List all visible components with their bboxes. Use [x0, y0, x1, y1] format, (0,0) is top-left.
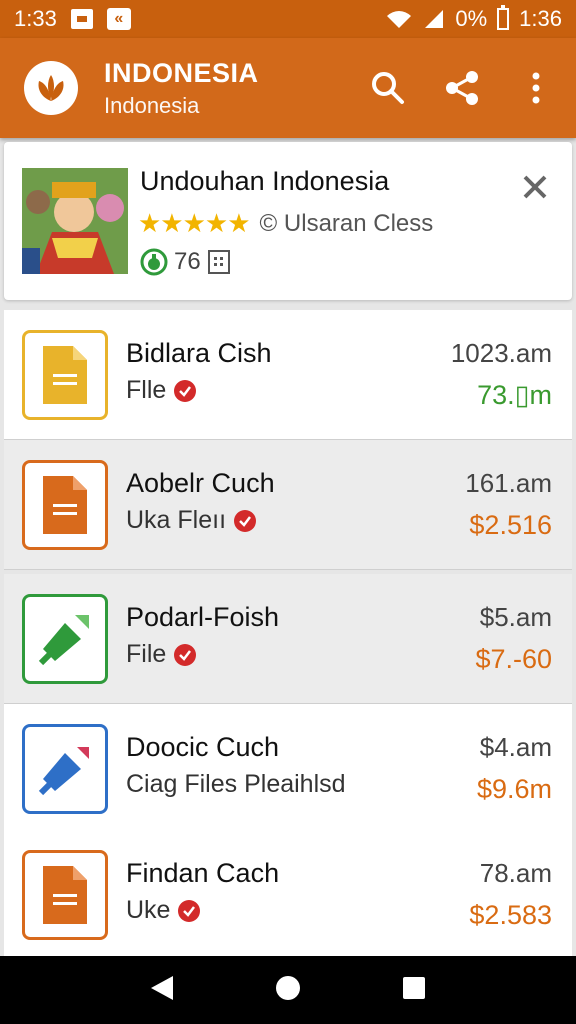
- app-logo-icon[interactable]: [24, 61, 78, 115]
- item-price: 73.▯m: [477, 380, 552, 410]
- signal-icon: [425, 10, 444, 28]
- item-subtitle: Uka Fleıı: [126, 506, 257, 535]
- share-icon: [446, 71, 478, 105]
- item-subtitle-text: File: [126, 640, 167, 668]
- battery-icon: [497, 5, 510, 30]
- item-subtitle-text: Uke: [126, 896, 171, 924]
- home-circle-icon: [275, 975, 300, 1000]
- wifi-icon: [387, 11, 412, 28]
- system-nav-bar: [0, 956, 576, 1024]
- more-vertical-icon: [532, 72, 540, 104]
- featured-card[interactable]: Undouhan Indonesia ★★★★★ © Ulsaran Cless…: [4, 142, 572, 300]
- app-title: INDONESIA: [104, 57, 259, 88]
- share-button[interactable]: [442, 68, 482, 108]
- verified-icon: [174, 379, 197, 402]
- close-icon: [523, 175, 547, 199]
- download-badge-icon: [140, 248, 168, 276]
- document-icon: [22, 330, 108, 420]
- grid-icon: [207, 250, 230, 274]
- item-title: Podarl-Foish: [126, 602, 280, 632]
- verified-icon: [174, 643, 197, 666]
- item-time: 1023.am: [450, 338, 552, 368]
- document-icon: [22, 850, 108, 940]
- list-item[interactable]: Findan Cach Uke 78.am $2.583: [4, 830, 572, 956]
- verified-icon: [234, 509, 257, 532]
- document-icon: [22, 460, 108, 550]
- search-button[interactable]: [368, 68, 408, 108]
- rating-text: © Ulsaran Cless: [259, 209, 434, 237]
- status-bar: 1:33 « 0% 1:36: [0, 0, 576, 38]
- item-subtitle-text: Flle: [126, 376, 167, 404]
- item-subtitle-text: Uka Fleıı: [126, 506, 227, 534]
- status-time-right: 1:36: [519, 6, 562, 31]
- verified-icon: [178, 899, 201, 922]
- download-count: 76: [174, 248, 201, 275]
- nav-recents-button[interactable]: [401, 975, 427, 1006]
- item-title: Bidlara Cish: [126, 338, 272, 368]
- item-title: Doocic Cuch: [126, 732, 280, 762]
- pin-icon: [22, 594, 108, 684]
- item-title: Aobelr Cuch: [126, 468, 275, 498]
- battery-percent: 0%: [455, 6, 488, 31]
- item-subtitle: File: [126, 640, 197, 669]
- nav-back-button[interactable]: [149, 974, 175, 1007]
- featured-thumbnail: [22, 168, 128, 274]
- item-price: $2.583: [469, 900, 552, 930]
- list-item[interactable]: Aobelr Cuch Uka Fleıı 161.am $2.516: [4, 440, 572, 570]
- featured-title: Undouhan Indonesia: [140, 166, 390, 196]
- back-notification-icon: «: [106, 8, 131, 30]
- item-time: $5.am: [479, 602, 552, 632]
- item-subtitle: Uke: [126, 896, 201, 925]
- featured-meta: 76: [140, 248, 231, 276]
- notification-icon: [70, 9, 93, 29]
- overflow-menu-button[interactable]: [516, 68, 556, 108]
- pin-icon: [22, 724, 108, 814]
- item-subtitle-text: Ciag Files Pleaihlsd: [126, 770, 346, 798]
- search-icon: [372, 72, 404, 104]
- item-time: 161.am: [465, 468, 552, 498]
- list-item[interactable]: Doocic Cuch Ciag Files Pleaihlsd $4.am $…: [4, 704, 572, 834]
- item-time: 78.am: [479, 858, 552, 888]
- item-price: $7.-60: [475, 644, 552, 674]
- back-triangle-icon: [151, 975, 174, 1000]
- app-subtitle: Indonesia: [104, 92, 200, 118]
- list-item[interactable]: Podarl-Foish File $5.am $7.-60: [4, 574, 572, 704]
- item-price: $2.516: [469, 510, 552, 540]
- rating-stars: ★★★★★: [138, 208, 251, 238]
- status-time-left: 1:33: [14, 6, 57, 31]
- featured-rating: ★★★★★ © Ulsaran Cless: [138, 208, 433, 239]
- nav-home-button[interactable]: [274, 974, 302, 1007]
- app-bar: INDONESIA Indonesia: [0, 38, 576, 138]
- item-subtitle: Flle: [126, 376, 197, 405]
- item-subtitle: Ciag Files Pleaihlsd: [126, 770, 346, 799]
- recents-square-icon: [402, 976, 425, 999]
- list-item[interactable]: Bidlara Cish Flle 1023.am 73.▯m: [4, 310, 572, 440]
- item-time: $4.am: [479, 732, 552, 762]
- item-title: Findan Cach: [126, 858, 280, 888]
- item-price: $9.6m: [476, 774, 552, 804]
- close-button[interactable]: [520, 172, 550, 202]
